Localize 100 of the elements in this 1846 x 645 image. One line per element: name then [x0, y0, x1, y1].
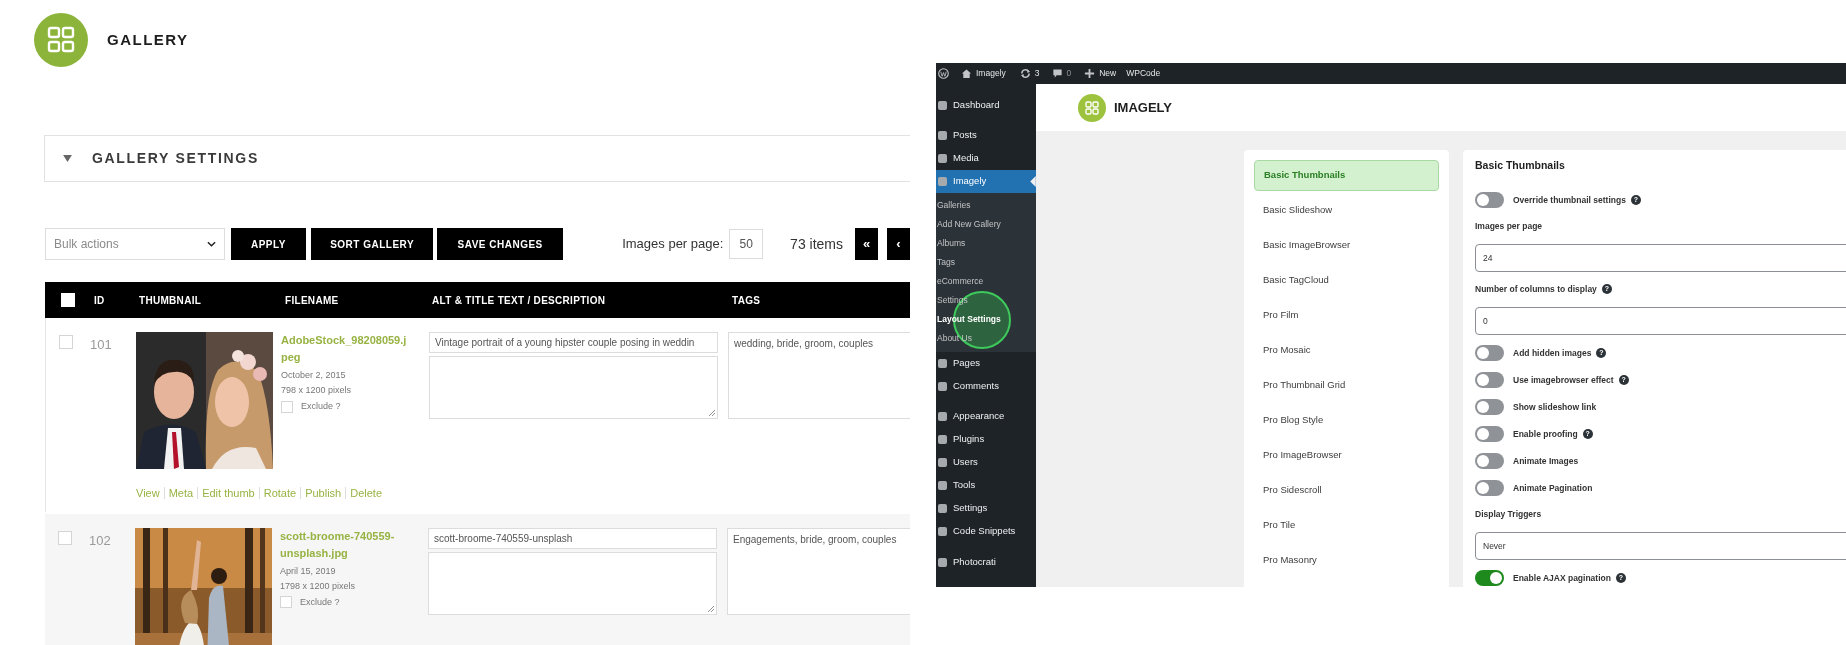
toolbar-link[interactable]: New — [1099, 67, 1117, 80]
display-type-item[interactable]: Basic Slideshow — [1254, 195, 1439, 226]
display-type-item[interactable]: Basic TagCloud — [1254, 265, 1439, 296]
submenu-item[interactable]: Galleries — [936, 196, 1036, 215]
toggle-label: Animate Images — [1513, 454, 1579, 468]
toggle-switch[interactable] — [1475, 426, 1504, 442]
field-label: Display Triggers — [1475, 507, 1542, 521]
square-icon — [937, 557, 948, 568]
menu-item[interactable]: Dashboard — [936, 94, 1036, 117]
display-type-item[interactable]: Pro Film — [1254, 300, 1439, 331]
toggle-switch[interactable] — [1475, 345, 1504, 361]
display-type-item[interactable]: Pro Blog Style — [1254, 405, 1439, 436]
checkbox[interactable] — [280, 596, 292, 609]
square-icon — [937, 434, 948, 445]
refresh-icon[interactable] — [1019, 68, 1031, 79]
menu-item[interactable]: Code Snippets — [936, 520, 1036, 543]
checkbox[interactable] — [59, 335, 73, 349]
toolbar-link[interactable]: Imagely — [976, 67, 1006, 80]
alt-text-field[interactable]: scott-broome-740559-unsplash — [428, 527, 717, 549]
square-icon — [937, 100, 948, 111]
tags-field[interactable]: Engagements, bride, groom, couples — [727, 527, 910, 615]
pagination-button[interactable]: « — [855, 228, 878, 260]
toggle-switch[interactable] — [1475, 192, 1504, 208]
column-header[interactable]: ALT & TITLE TEXT / DESCRIPTION — [432, 294, 606, 306]
display-type-item[interactable]: Pro ImageBrowser — [1254, 440, 1439, 471]
column-header[interactable]: FILENAME — [285, 294, 339, 306]
display-type-item[interactable]: Pro Sidescroll — [1254, 475, 1439, 506]
toggle-switch[interactable] — [1475, 453, 1504, 469]
toggle-switch[interactable] — [1475, 480, 1504, 496]
action-button[interactable]: SAVE CHANGES — [437, 228, 564, 260]
bulk-actions-dropdown[interactable]: Bulk actions — [45, 228, 225, 260]
toggle-label: Animate Pagination — [1513, 481, 1593, 495]
toolbar-link[interactable]: 3 — [1034, 67, 1040, 80]
toggle-switch[interactable] — [1475, 372, 1504, 388]
toggle-label: Add hidden images — [1513, 346, 1592, 360]
display-type-item[interactable]: Pro Tile — [1254, 510, 1439, 541]
per-page-field[interactable]: 50 — [729, 229, 764, 259]
display-type-item[interactable]: Basic Thumbnails — [1254, 160, 1439, 191]
menu-item[interactable]: Users — [936, 451, 1036, 474]
submenu-item[interactable]: Albums — [936, 234, 1036, 253]
checkbox[interactable] — [281, 400, 293, 413]
chevron-down-icon — [206, 241, 216, 247]
alt-text-field[interactable]: Vintage portrait of a young hipster couple posing in weddin — [429, 332, 718, 353]
menu-item[interactable]: Comments — [936, 375, 1036, 398]
action-button[interactable]: SORT GALLERY — [311, 228, 434, 260]
square-icon — [937, 480, 948, 491]
display-type-item[interactable]: Basic ImageBrowser — [1254, 230, 1439, 261]
field-label: Images per page — [1475, 219, 1543, 233]
description-field[interactable] — [429, 356, 718, 419]
toolbar-link[interactable]: WPCode — [1126, 67, 1161, 80]
resize-handle-icon[interactable] — [707, 604, 715, 613]
toggle-switch[interactable] — [1475, 570, 1504, 586]
display-type-item[interactable]: Pro Thumbnail Grid — [1254, 370, 1439, 401]
resize-handle-icon[interactable] — [708, 409, 716, 417]
column-header[interactable]: THUMBNAIL — [139, 294, 202, 306]
menu-item[interactable]: Tools — [936, 474, 1036, 497]
toolbar-link[interactable]: 0 — [1066, 67, 1072, 80]
toggle-label: Override thumbnail settings — [1513, 193, 1626, 207]
submenu-item[interactable]: Add New Gallery — [936, 215, 1036, 234]
settings-panel[interactable]: GALLERY SETTINGS — [44, 135, 910, 182]
menu-item[interactable]: Settings — [936, 497, 1036, 520]
logo-icon — [34, 13, 88, 67]
toggle-label: Use imagebrowser effect — [1513, 373, 1614, 387]
tags-field[interactable]: wedding, bride, groom, couples — [728, 332, 910, 419]
settings-title: Basic Thumbnails — [1475, 158, 1565, 173]
plus-icon[interactable] — [1084, 68, 1096, 79]
menu-item[interactable]: Appearance — [936, 405, 1036, 428]
menu-item[interactable]: Plugins — [936, 428, 1036, 451]
date-text: April 15, 2019 — [280, 564, 336, 578]
toggle-label: Show slideshow link — [1513, 400, 1597, 414]
submenu-item[interactable]: eCommerce — [936, 272, 1036, 291]
menu-item[interactable]: Photocrati — [936, 551, 1036, 574]
home-icon[interactable] — [961, 68, 972, 79]
menu-item[interactable]: Imagely — [936, 170, 1036, 193]
input-field[interactable]: 24 — [1475, 244, 1846, 272]
menu-item[interactable]: Posts — [936, 124, 1036, 147]
dimensions-text: 798 x 1200 pixels — [281, 384, 352, 397]
page-title: GALLERY — [107, 29, 189, 50]
submenu-item[interactable]: Tags — [936, 253, 1036, 272]
pagination-button[interactable]: ‹ — [887, 228, 910, 260]
triangle-icon — [63, 155, 72, 162]
logo-icon[interactable] — [938, 68, 949, 79]
square-icon — [937, 526, 948, 537]
checkbox[interactable] — [58, 530, 72, 545]
comment-icon[interactable] — [1051, 68, 1063, 79]
checkbox[interactable] — [61, 293, 75, 307]
input-field[interactable]: Never — [1475, 532, 1846, 560]
menu-item[interactable]: Pages — [936, 352, 1036, 375]
input-field[interactable]: 0 — [1475, 307, 1846, 335]
column-header[interactable]: TAGS — [732, 294, 761, 306]
logo-icon — [1078, 93, 1106, 122]
column-header[interactable]: ID — [94, 294, 105, 306]
action-button[interactable]: APPLY — [230, 228, 307, 260]
description-field[interactable] — [428, 551, 717, 615]
display-type-item[interactable]: Pro Mosaic — [1254, 335, 1439, 366]
menu-item[interactable]: Media — [936, 147, 1036, 170]
id-cell: 102 — [89, 532, 111, 548]
display-type-item[interactable]: Pro Masonry — [1254, 545, 1439, 576]
submenu-item[interactable]: About Us — [936, 329, 1036, 348]
toggle-switch[interactable] — [1475, 399, 1504, 415]
